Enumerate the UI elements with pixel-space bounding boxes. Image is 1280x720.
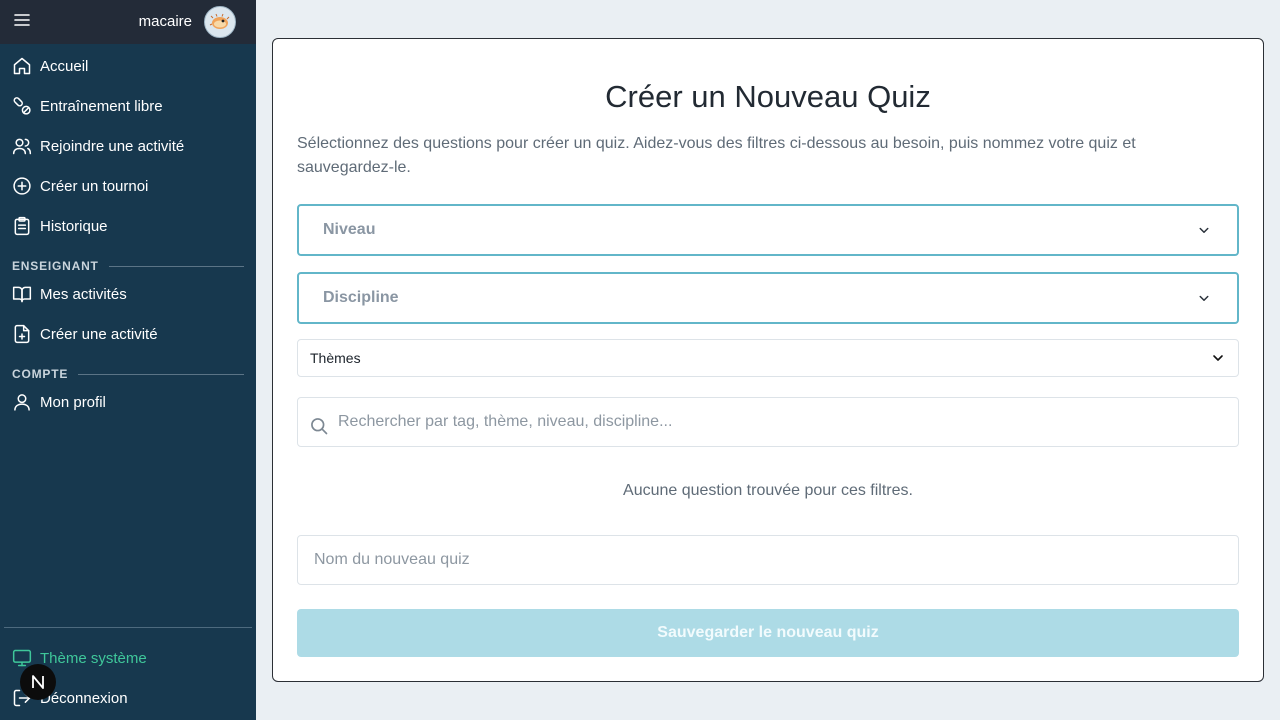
section-label-text: ENSEIGNANT [12, 259, 99, 273]
sidebar-item-label: Historique [40, 217, 108, 235]
search-box [297, 397, 1239, 447]
save-quiz-button[interactable]: Sauvegarder le nouveau quiz [297, 609, 1239, 657]
sidebar-item-label: Créer un tournoi [40, 177, 149, 195]
discipline-placeholder: Discipline [323, 289, 399, 306]
user-icon [12, 392, 32, 412]
sidebar-item-creer-tournoi[interactable]: Créer un tournoi [0, 166, 256, 206]
niveau-select[interactable]: Niveau [297, 204, 1239, 256]
pills-icon [12, 96, 32, 116]
section-label-teacher: ENSEIGNANT [12, 259, 244, 273]
chevron-down-icon [1195, 221, 1213, 239]
themes-select[interactable]: Thèmes [297, 339, 1239, 377]
clipboard-icon [12, 216, 32, 236]
plus-circle-icon [12, 176, 32, 196]
sidebar-item-rejoindre[interactable]: Rejoindre une activité [0, 126, 256, 166]
sidebar-item-historique[interactable]: Historique [0, 206, 256, 246]
section-label-account: COMPTE [12, 367, 244, 381]
avatar[interactable] [204, 6, 236, 38]
sidebar-item-label: Mes activités [40, 285, 127, 303]
niveau-placeholder: Niveau [323, 221, 376, 238]
book-open-icon [12, 284, 32, 304]
sidebar-item-accueil[interactable]: Accueil [0, 46, 256, 86]
sidebar-footer-divider [4, 627, 252, 628]
sidebar-item-entrainement[interactable]: Entraînement libre [0, 86, 256, 126]
sidebar-item-label: Mon profil [40, 393, 106, 411]
hamburger-icon [14, 13, 30, 32]
n-badge-icon[interactable] [20, 664, 56, 700]
chevron-down-icon [1195, 289, 1213, 307]
quiz-name-input[interactable] [297, 535, 1239, 585]
sidebar-header: macaire [0, 0, 256, 44]
user-name: macaire [138, 13, 192, 30]
chevron-down-icon [1210, 350, 1226, 366]
menu-toggle-button[interactable] [12, 12, 32, 32]
section-divider [108, 265, 244, 267]
search-icon [309, 416, 329, 436]
pufferfish-avatar-icon [209, 13, 230, 29]
logout-label: Déconnexion [40, 689, 128, 707]
create-quiz-card: Créer un Nouveau Quiz Sélectionnez des q… [272, 38, 1264, 682]
search-input[interactable] [338, 398, 1218, 446]
empty-state-message: Aucune question trouvée pour ces filtres… [623, 482, 913, 499]
sidebar: macaire Accueil Entraînement libre Rejoi… [0, 0, 256, 720]
sidebar-item-label: Créer une activité [40, 325, 158, 343]
users-icon [12, 136, 32, 156]
discipline-select[interactable]: Discipline [297, 272, 1239, 324]
sidebar-item-label: Rejoindre une activité [40, 137, 185, 155]
home-icon [12, 56, 32, 76]
sidebar-item-label: Entraînement libre [40, 97, 163, 115]
page-title: Créer un Nouveau Quiz [605, 79, 931, 114]
section-label-text: COMPTE [12, 367, 69, 381]
sidebar-item-mes-activites[interactable]: Mes activités [0, 274, 256, 314]
theme-label: Thème système [40, 649, 147, 667]
file-plus-icon [12, 324, 32, 344]
sidebar-item-creer-activite[interactable]: Créer une activité [0, 314, 256, 354]
section-divider [78, 373, 244, 375]
sidebar-item-label: Accueil [40, 57, 89, 75]
sidebar-item-mon-profil[interactable]: Mon profil [0, 382, 256, 422]
page-description: Sélectionnez des questions pour créer un… [297, 135, 1136, 176]
themes-value: Thèmes [310, 350, 361, 366]
